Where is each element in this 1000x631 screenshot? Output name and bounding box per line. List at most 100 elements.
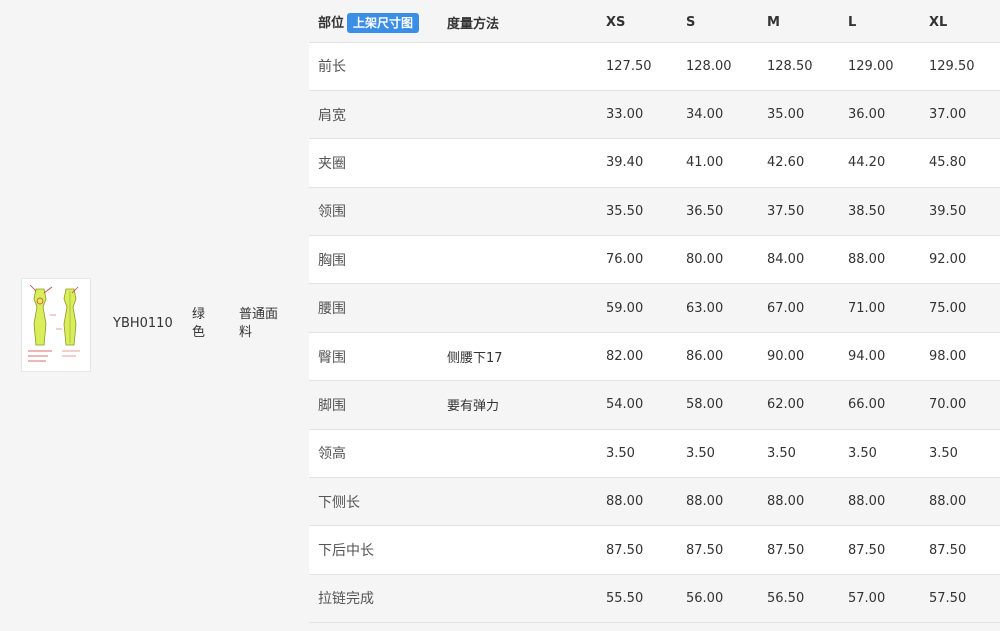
cell-size-value: 128.00 bbox=[686, 58, 732, 74]
cell-size-value: 87.50 bbox=[686, 542, 724, 558]
cell-size-value: 127.50 bbox=[606, 58, 652, 74]
cell-size-value: 38.50 bbox=[848, 203, 886, 219]
table-row: 胸围 76.00 80.00 84.00 88.00 92.00 bbox=[309, 235, 1000, 284]
cell-size-value: 84.00 bbox=[767, 252, 805, 268]
header-part-label: 部位 bbox=[318, 16, 345, 32]
cell-size-value: 33.00 bbox=[606, 107, 644, 123]
header-size-xs: XS bbox=[606, 4, 686, 43]
cell-part: 脚围 bbox=[318, 397, 346, 414]
cell-size-value: 39.40 bbox=[606, 155, 644, 171]
cell-size-value: 75.00 bbox=[929, 300, 967, 316]
cell-size-value: 45.80 bbox=[929, 155, 967, 171]
size-table: 部位 上架尺寸图 度量方法 XS S M L XL 前长 127.50 128.00 1… bbox=[309, 4, 1000, 623]
cell-method bbox=[447, 90, 606, 138]
table-row: 领围 35.50 36.50 37.50 38.50 39.50 bbox=[309, 187, 1000, 236]
cell-part: 腰围 bbox=[318, 301, 346, 318]
cell-size-value: 35.50 bbox=[606, 203, 644, 219]
header-size-l: L bbox=[848, 4, 929, 43]
cell-size-value: 94.00 bbox=[848, 349, 886, 365]
header-size-m: M bbox=[767, 4, 848, 43]
table-row: 脚围 要有弹力 54.00 58.00 62.00 66.00 70.00 bbox=[309, 380, 1000, 430]
cell-size-value: 66.00 bbox=[848, 397, 886, 413]
cell-part: 前长 bbox=[318, 59, 346, 76]
cell-size-value: 88.00 bbox=[606, 494, 644, 510]
cell-size-value: 57.50 bbox=[929, 590, 967, 606]
cell-size-value: 92.00 bbox=[929, 252, 967, 268]
cell-method bbox=[447, 284, 606, 332]
cell-size-value: 63.00 bbox=[686, 300, 724, 316]
table-row: 肩宽 33.00 34.00 35.00 36.00 37.00 bbox=[309, 90, 1000, 139]
cell-method bbox=[447, 429, 606, 477]
cell-size-value: 70.00 bbox=[929, 397, 967, 413]
cell-size-value: 98.00 bbox=[929, 349, 967, 365]
table-row: 夹圈 39.40 41.00 42.60 44.20 45.80 bbox=[309, 138, 1000, 188]
product-fabric: 普通面料 bbox=[239, 307, 279, 340]
cell-size-value: 57.00 bbox=[848, 590, 886, 606]
cell-method bbox=[447, 526, 606, 574]
table-row: 前长 127.50 128.00 128.50 129.00 129.50 bbox=[309, 42, 1000, 91]
product-code: YBH0110 bbox=[113, 316, 173, 331]
cell-size-value: 41.00 bbox=[686, 155, 724, 171]
cell-size-value: 128.50 bbox=[767, 58, 813, 74]
table-row: 领高 3.50 3.50 3.50 3.50 3.50 bbox=[309, 429, 1000, 478]
cell-size-value: 3.50 bbox=[606, 445, 635, 461]
cell-size-value: 56.00 bbox=[686, 590, 724, 606]
cell-part: 肩宽 bbox=[318, 107, 346, 124]
cell-part: 领高 bbox=[318, 446, 346, 463]
cell-size-value: 76.00 bbox=[606, 252, 644, 268]
cell-size-value: 90.00 bbox=[767, 349, 805, 365]
cell-method bbox=[447, 574, 606, 622]
cell-part: 胸围 bbox=[318, 252, 346, 269]
cell-size-value: 71.00 bbox=[848, 300, 886, 316]
cell-size-value: 37.00 bbox=[929, 107, 967, 123]
cell-size-value: 82.00 bbox=[606, 349, 644, 365]
table-row: 臀围 侧腰下17 82.00 86.00 90.00 94.00 98.00 bbox=[309, 332, 1000, 381]
product-thumbnail[interactable] bbox=[21, 278, 91, 372]
cell-size-value: 54.00 bbox=[606, 397, 644, 413]
cell-size-value: 36.00 bbox=[848, 107, 886, 123]
cell-size-value: 39.50 bbox=[929, 203, 967, 219]
listing-size-tag[interactable]: 上架尺寸图 bbox=[347, 13, 420, 34]
table-row: 拉链完成 55.50 56.00 56.50 57.00 57.50 bbox=[309, 574, 1000, 623]
cell-part: 夹圈 bbox=[318, 155, 346, 172]
size-chart: 部位 上架尺寸图 度量方法 XS S M L XL 前长 127.50 128.00 1… bbox=[309, 4, 1000, 623]
table-row: 腰围 59.00 63.00 67.00 71.00 75.00 bbox=[309, 283, 1000, 333]
cell-part: 下后中长 bbox=[318, 543, 374, 560]
cell-size-value: 56.50 bbox=[767, 590, 805, 606]
cell-size-value: 88.00 bbox=[767, 494, 805, 510]
cell-method bbox=[447, 478, 606, 526]
cell-method bbox=[447, 236, 606, 284]
cell-size-value: 42.60 bbox=[767, 155, 805, 171]
cell-part: 臀围 bbox=[318, 349, 346, 366]
cell-size-value: 87.50 bbox=[606, 542, 644, 558]
cell-size-value: 35.00 bbox=[767, 107, 805, 123]
product-info-panel: YBH0110 绿色 普通面料 bbox=[0, 0, 300, 631]
header-size-xl: XL bbox=[929, 4, 1000, 43]
header-method: 度量方法 bbox=[447, 4, 606, 43]
cell-size-value: 36.50 bbox=[686, 203, 724, 219]
cell-method: 侧腰下17 bbox=[447, 351, 503, 367]
cell-size-value: 88.00 bbox=[686, 494, 724, 510]
cell-size-value: 44.20 bbox=[848, 155, 886, 171]
cell-size-value: 88.00 bbox=[929, 494, 967, 510]
table-row: 下后中长 87.50 87.50 87.50 87.50 87.50 bbox=[309, 525, 1000, 575]
cell-size-value: 34.00 bbox=[686, 107, 724, 123]
table-header-row: 部位 上架尺寸图 度量方法 XS S M L XL bbox=[309, 4, 1000, 43]
cell-part: 领围 bbox=[318, 204, 346, 221]
cell-size-value: 3.50 bbox=[686, 445, 715, 461]
cell-size-value: 62.00 bbox=[767, 397, 805, 413]
cell-size-value: 87.50 bbox=[929, 542, 967, 558]
cell-size-value: 3.50 bbox=[848, 445, 877, 461]
cell-method: 要有弹力 bbox=[447, 399, 500, 415]
cell-size-value: 37.50 bbox=[767, 203, 805, 219]
cell-part: 拉链完成 bbox=[318, 591, 374, 608]
cell-size-value: 88.00 bbox=[848, 252, 886, 268]
header-part: 部位 上架尺寸图 bbox=[309, 4, 447, 43]
cell-method bbox=[447, 139, 606, 187]
cell-size-value: 129.50 bbox=[929, 58, 975, 74]
cell-size-value: 87.50 bbox=[848, 542, 886, 558]
cell-part: 下侧长 bbox=[318, 494, 360, 511]
cell-size-value: 86.00 bbox=[686, 349, 724, 365]
cell-size-value: 129.00 bbox=[848, 58, 894, 74]
cell-size-value: 55.50 bbox=[606, 590, 644, 606]
